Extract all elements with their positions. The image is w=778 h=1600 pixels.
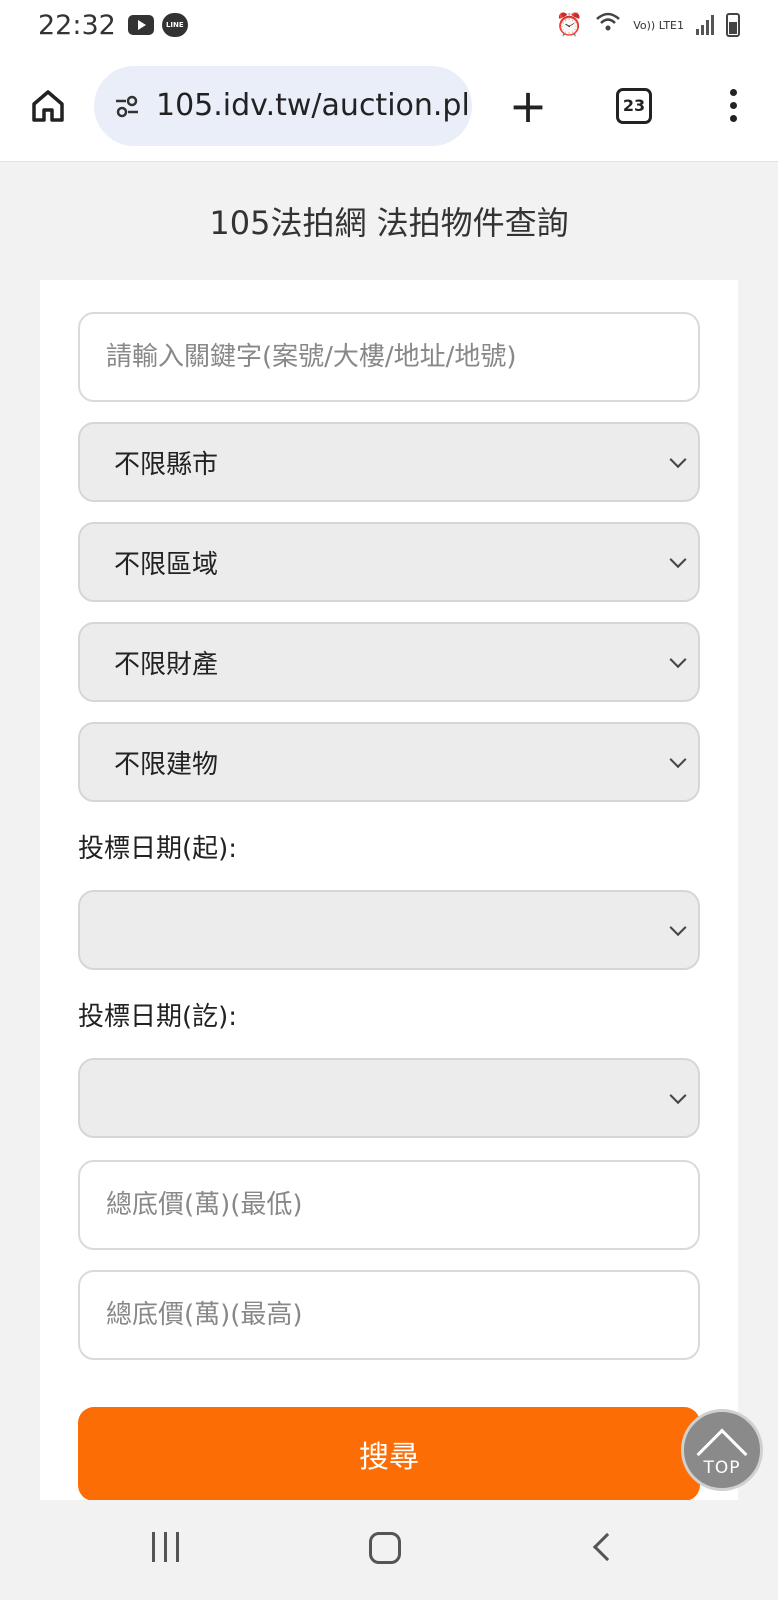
area-select-value: 不限區域 [114, 549, 219, 580]
home-button[interactable] [28, 86, 68, 126]
date-start-select[interactable] [78, 890, 700, 970]
nav-back-button[interactable] [592, 1532, 622, 1562]
chevron-down-icon [669, 451, 687, 469]
city-select[interactable]: 不限縣市 [78, 422, 700, 502]
recents-button[interactable] [152, 1532, 179, 1562]
price-min-input[interactable] [78, 1160, 700, 1250]
property-select[interactable]: 不限財產 [78, 622, 700, 702]
area-select[interactable]: 不限區域 [78, 522, 700, 602]
status-bar: 22:32 LINE ⏰ Vo)) LTE1 [0, 0, 778, 50]
city-select-value: 不限縣市 [114, 449, 219, 480]
home-icon [32, 89, 64, 122]
search-button[interactable]: 搜尋 [78, 1407, 700, 1501]
chevron-down-icon [669, 919, 687, 937]
date-end-select[interactable] [78, 1058, 700, 1138]
battery-icon [726, 13, 740, 37]
back-to-top-button[interactable]: TOP [681, 1409, 763, 1491]
chevron-down-icon [669, 1087, 687, 1105]
line-icon: LINE [161, 13, 188, 37]
chevron-down-icon [669, 651, 687, 669]
tab-switcher-button[interactable]: 23 [616, 87, 652, 124]
alarm-icon: ⏰ [555, 12, 584, 38]
page-title: 105法拍網 法拍物件查詢 [209, 204, 569, 242]
property-select-value: 不限財產 [114, 649, 219, 680]
browser-toolbar: 105.idv.tw/auction.pl + 23 [0, 50, 778, 162]
network-label: Vo)) LTE1 [633, 18, 684, 32]
chevron-down-icon [669, 551, 687, 569]
nav-home-button[interactable] [369, 1532, 401, 1564]
system-nav-bar [0, 1500, 778, 1600]
url-text: 105.idv.tw/auction.pl [156, 88, 470, 123]
price-max-input[interactable] [78, 1270, 700, 1360]
wifi-icon [595, 11, 621, 39]
address-bar[interactable]: 105.idv.tw/auction.pl [94, 65, 472, 146]
more-dot-icon [730, 89, 737, 96]
status-app-icons: LINE [127, 13, 188, 37]
date-start-label: 投標日期(起): [78, 834, 238, 864]
youtube-icon [127, 15, 154, 35]
date-end-label: 投標日期(訖): [78, 1002, 238, 1032]
status-time: 22:32 [38, 9, 116, 41]
site-settings-icon [116, 95, 138, 117]
building-select[interactable]: 不限建物 [78, 722, 700, 802]
building-select-value: 不限建物 [114, 749, 219, 780]
status-system-icons: ⏰ Vo)) LTE1 [556, 11, 740, 39]
new-tab-button[interactable]: + [508, 83, 548, 129]
chevron-down-icon [669, 751, 687, 769]
browser-menu-button[interactable] [730, 89, 737, 122]
keyword-input[interactable] [78, 312, 700, 402]
search-form: 不限縣市 不限區域 不限財產 不限建物 投標日期(起): 投標日期(訖): 搜尋 [40, 280, 738, 1501]
signal-icon [696, 15, 714, 35]
